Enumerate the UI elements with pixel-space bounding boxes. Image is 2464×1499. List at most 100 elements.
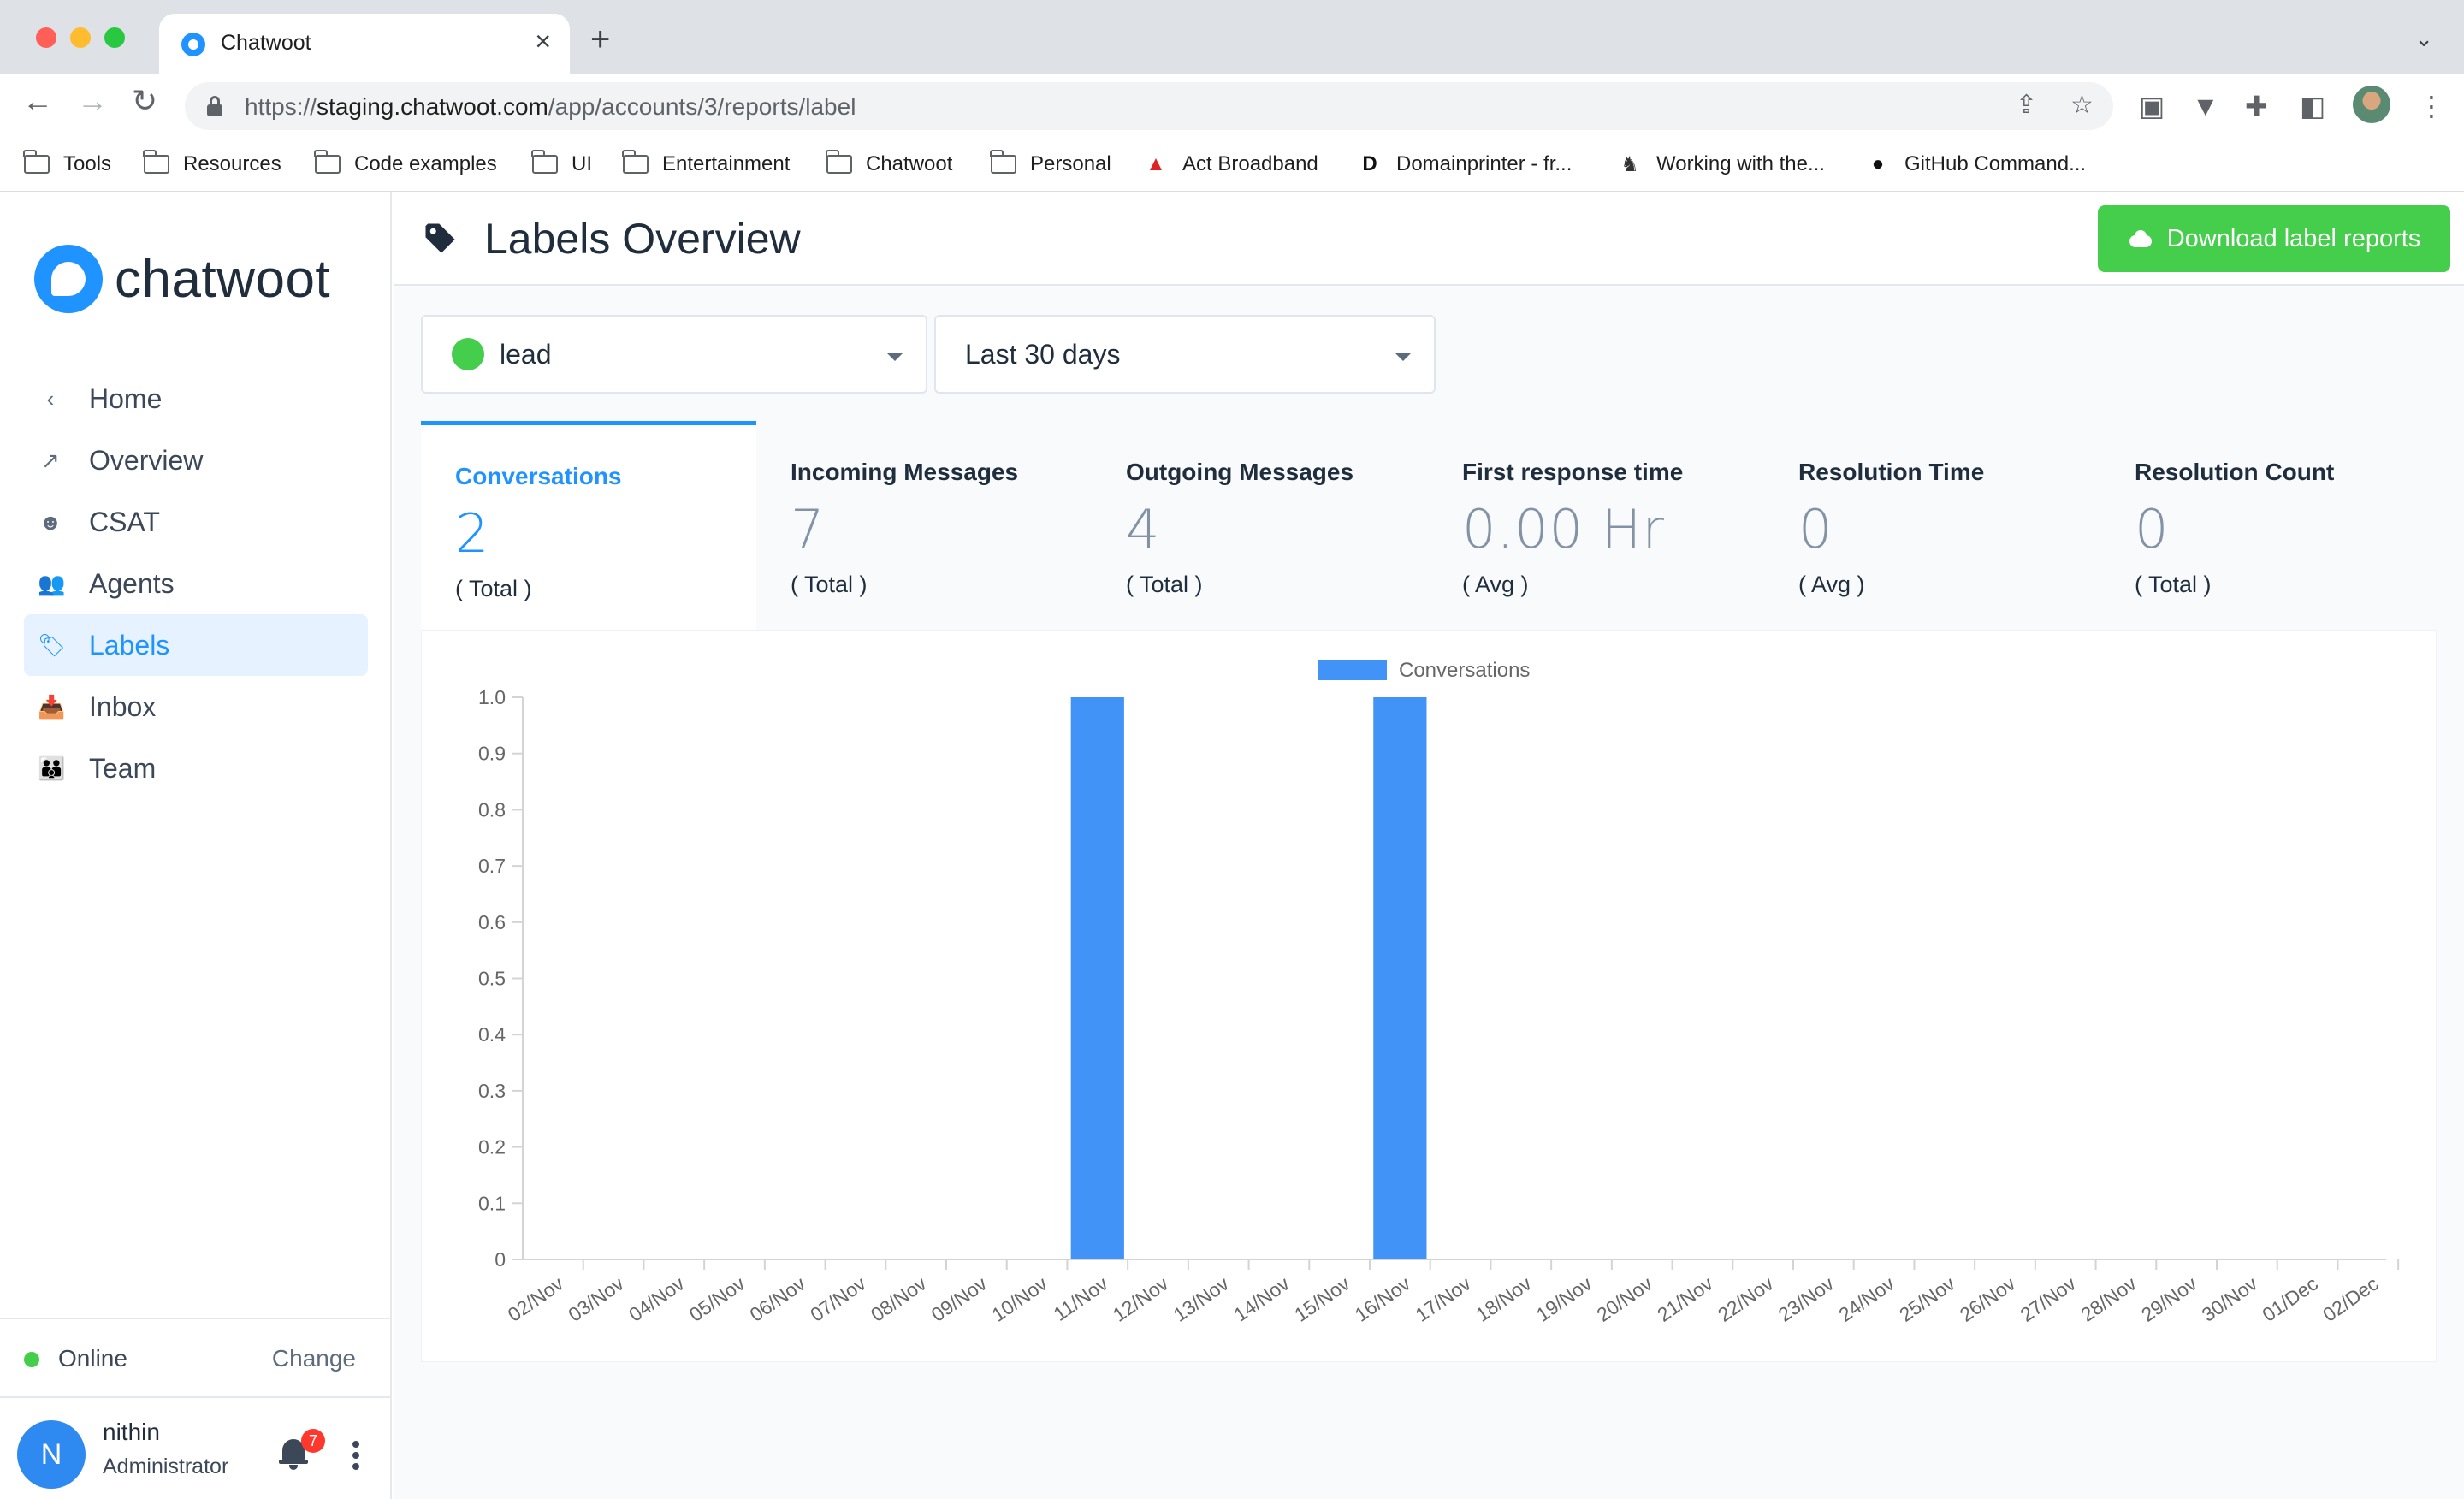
- y-tick-label: 0.3: [478, 1080, 506, 1102]
- bar: [1070, 697, 1124, 1259]
- cloud-download-icon: [2128, 230, 2153, 247]
- x-tick-label: 04/Nov: [625, 1272, 689, 1326]
- avatar[interactable]: N: [17, 1420, 86, 1489]
- y-tick-label: 0.2: [478, 1136, 506, 1158]
- x-tick-label: 05/Nov: [685, 1272, 749, 1326]
- bookmark-item[interactable]: Chatwoot: [826, 147, 952, 181]
- selected-label: lead: [500, 338, 552, 370]
- act-logo-icon: ▲: [1146, 152, 1166, 175]
- page-title: Labels Overview: [484, 215, 801, 263]
- download-label-reports-button[interactable]: Download label reports: [2098, 205, 2450, 272]
- logo-text: chatwoot: [115, 249, 331, 309]
- maximize-window-button[interactable]: [104, 27, 125, 48]
- y-tick-label: 0.9: [478, 743, 506, 765]
- bookmark-item[interactable]: Code examples: [314, 147, 497, 181]
- user-menu-kebab-icon[interactable]: [352, 1441, 359, 1470]
- chatwoot-app: chatwoot ‹ Home ↗ Overview ☻ CSAT 👥 Agen…: [0, 192, 2464, 1499]
- folder-icon: [990, 150, 1016, 174]
- x-tick-label: 02/Dec: [2319, 1272, 2383, 1326]
- folder-icon: [143, 150, 169, 174]
- reload-icon[interactable]: ↻: [132, 86, 157, 116]
- x-tick-label: 03/Nov: [564, 1272, 628, 1326]
- notification-count-badge: 7: [301, 1429, 325, 1453]
- bookmark-item[interactable]: ♞ Working with the...: [1617, 147, 1825, 181]
- x-tick-label: 09/Nov: [927, 1272, 992, 1326]
- minimize-window-button[interactable]: [70, 27, 91, 48]
- conversations-bar-chart: Conversations 0 0.1 0.2 0.3 0.4 0.5 0.6 0.7 0.8 0.…: [478, 659, 2400, 1326]
- chatwoot-logo[interactable]: chatwoot: [34, 245, 330, 313]
- bookmark-item[interactable]: Resources: [143, 147, 281, 181]
- bookmark-item[interactable]: ▲ Act Broadband: [1143, 147, 1318, 181]
- sidebar-item-label: Home: [89, 382, 163, 414]
- bookmark-item[interactable]: ● GitHub Command...: [1865, 147, 2086, 181]
- sidebar-item-inbox[interactable]: 📥 Inbox: [24, 676, 368, 738]
- tag-icon: 🏷: [38, 631, 67, 658]
- browser-tab[interactable]: Chatwoot ×: [159, 14, 570, 74]
- availability-status: Online Change: [0, 1318, 392, 1396]
- legend-label: Conversations: [1399, 659, 1530, 682]
- browser-menu-icon[interactable]: ⋮: [2418, 92, 2445, 120]
- sidebar-item-csat[interactable]: ☻ CSAT: [24, 491, 368, 553]
- lock-icon: [207, 96, 222, 116]
- team-icon: 👪: [38, 755, 66, 781]
- metric-subtitle: ( Total ): [2135, 572, 2212, 597]
- sidebar-item-label: Labels: [89, 629, 170, 661]
- close-window-button[interactable]: [36, 27, 56, 48]
- sidebar-item-labels[interactable]: 🏷 Labels: [24, 614, 368, 676]
- label-select[interactable]: lead: [421, 315, 927, 394]
- extensions-icon[interactable]: ✚: [2245, 92, 2268, 120]
- bookmark-item[interactable]: D Domainprinter - fr...: [1357, 147, 1572, 181]
- sidebar-item-team[interactable]: 👪 Team: [24, 738, 368, 799]
- x-tick-label: 25/Nov: [1895, 1272, 1959, 1326]
- profile-avatar[interactable]: [2353, 86, 2390, 123]
- x-tick-label: 06/Nov: [745, 1272, 809, 1326]
- address-bar[interactable]: https://staging.chatwoot.com/app/account…: [185, 82, 2113, 130]
- y-tick-label: 0.6: [478, 911, 506, 933]
- bookmark-item[interactable]: Personal: [990, 147, 1111, 181]
- picture-in-picture-icon[interactable]: ▣: [2139, 92, 2165, 120]
- metric-subtitle: ( Avg ): [1462, 572, 1529, 597]
- forward-icon[interactable]: →: [77, 86, 108, 116]
- back-icon[interactable]: ←: [22, 86, 53, 116]
- new-tab-button[interactable]: +: [590, 22, 610, 56]
- download-button-label: Download label reports: [2166, 224, 2421, 252]
- x-tick-label: 01/Dec: [2258, 1272, 2322, 1326]
- change-status-button[interactable]: Change: [272, 1345, 356, 1372]
- date-range-select[interactable]: Last 30 days: [934, 315, 1436, 394]
- share-icon[interactable]: ⇪: [2016, 92, 2037, 118]
- side-panel-icon[interactable]: ◧: [2300, 92, 2325, 120]
- bookmark-item[interactable]: Entertainment: [622, 147, 790, 181]
- vue-devtools-icon[interactable]: ▼: [2192, 92, 2219, 120]
- metric-subtitle: ( Avg ): [1798, 572, 1865, 597]
- sidebar-item-home[interactable]: ‹ Home: [24, 368, 368, 430]
- reports-nav: ‹ Home ↗ Overview ☻ CSAT 👥 Agents 🏷 Labe…: [24, 368, 368, 799]
- x-tick-label: 26/Nov: [1956, 1272, 2020, 1326]
- x-tick-label: 14/Nov: [1229, 1272, 1294, 1326]
- bookmark-star-icon[interactable]: ☆: [2070, 92, 2094, 118]
- metric-subtitle: ( Total ): [791, 572, 868, 597]
- x-tick-label: 15/Nov: [1290, 1272, 1354, 1326]
- close-tab-icon[interactable]: ×: [535, 27, 551, 55]
- browser-toolbar: ← → ↻ https://staging.chatwoot.com/app/a…: [0, 74, 2464, 139]
- url-text: https://staging.chatwoot.com/app/account…: [245, 93, 856, 120]
- y-tick-label: 0: [495, 1248, 506, 1271]
- metric-value: 2: [455, 502, 490, 565]
- tab-strip: Chatwoot × + ⌄: [0, 0, 2464, 74]
- sidebar-item-agents[interactable]: 👥 Agents: [24, 553, 368, 614]
- sidebar-item-overview[interactable]: ↗ Overview: [24, 430, 368, 491]
- x-tick-label: 23/Nov: [1774, 1272, 1839, 1326]
- x-tick-label: 20/Nov: [1592, 1272, 1656, 1326]
- trend-icon: ↗: [41, 447, 60, 473]
- sidebar-item-label: Agents: [89, 567, 175, 599]
- metric-value: 0: [1798, 498, 1833, 560]
- y-tick-label: 0.5: [478, 968, 506, 990]
- bar: [1373, 697, 1427, 1259]
- chatwoot-logo-icon: [34, 245, 103, 313]
- bookmark-item[interactable]: UI: [531, 147, 592, 181]
- tab-search-icon[interactable]: ⌄: [2414, 26, 2433, 52]
- bookmark-item[interactable]: Tools: [23, 147, 111, 181]
- metric-title: Outgoing Messages: [1126, 459, 1354, 485]
- user-role: Administrator: [103, 1455, 229, 1478]
- chevron-down-icon: [886, 353, 903, 361]
- x-tick-label: 27/Nov: [2016, 1272, 2080, 1326]
